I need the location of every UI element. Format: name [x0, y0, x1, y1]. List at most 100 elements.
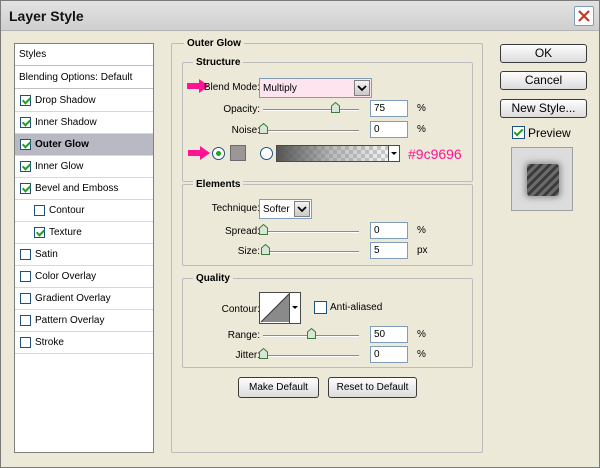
jitter-slider-track[interactable]: [263, 355, 359, 357]
jitter-unit: %: [417, 349, 426, 360]
blending-options-label: Blending Options: Default: [19, 72, 133, 83]
jitter-input[interactable]: 0: [370, 346, 408, 363]
styles-header-label: Styles: [19, 49, 47, 60]
reset-to-default-button[interactable]: Reset to Default: [328, 377, 417, 398]
style-item-label: Color Overlay: [35, 271, 97, 282]
style-item-label: Gradient Overlay: [35, 293, 111, 304]
blend-mode-label: Blend Mode:: [203, 82, 260, 93]
style-item-checkbox[interactable]: [20, 271, 31, 282]
styles-list: Styles Blending Options: Default Drop Sh…: [14, 43, 154, 453]
style-item-gradient-overlay[interactable]: Gradient Overlay: [15, 288, 153, 310]
size-input[interactable]: 5: [370, 242, 408, 259]
chevron-down-icon[interactable]: [388, 145, 400, 162]
style-item-color-overlay[interactable]: Color Overlay: [15, 266, 153, 288]
jitter-slider-thumb[interactable]: [259, 348, 268, 359]
technique-select[interactable]: Softer: [259, 199, 312, 219]
blend-mode-select[interactable]: Multiply: [259, 78, 372, 98]
preview-checkbox[interactable]: [512, 126, 525, 139]
style-item-bevel-and-emboss[interactable]: Bevel and Emboss: [15, 178, 153, 200]
style-item-checkbox[interactable]: [34, 205, 45, 216]
contour-label: Contour:: [221, 304, 260, 315]
style-item-outer-glow[interactable]: Outer Glow: [15, 134, 153, 156]
cancel-button[interactable]: Cancel: [500, 71, 587, 90]
opacity-slider-track[interactable]: [263, 109, 359, 111]
noise-label: Noise:: [231, 125, 260, 136]
anti-aliased-checkbox[interactable]: [314, 301, 327, 314]
pointer-arrow-icon: [188, 146, 210, 160]
range-slider-thumb[interactable]: [307, 328, 316, 339]
noise-input[interactable]: 0: [370, 121, 408, 138]
style-item-checkbox[interactable]: [20, 139, 31, 150]
structure-title: Structure: [193, 57, 244, 68]
style-item-checkbox[interactable]: [34, 227, 45, 238]
preview-swatch: [527, 164, 559, 196]
gradient-radio[interactable]: [260, 147, 273, 160]
spread-slider-track[interactable]: [263, 231, 359, 233]
color-annotation: #9c9696: [408, 146, 462, 162]
make-default-button[interactable]: Make Default: [238, 377, 319, 398]
glow-color-swatch[interactable]: [230, 145, 246, 161]
preview-label: Preview: [528, 126, 571, 140]
noise-slider-track[interactable]: [263, 130, 359, 132]
style-item-checkbox[interactable]: [20, 293, 31, 304]
style-item-pattern-overlay[interactable]: Pattern Overlay: [15, 310, 153, 332]
style-item-satin[interactable]: Satin: [15, 244, 153, 266]
chevron-down-icon[interactable]: [294, 201, 310, 217]
spread-slider-thumb[interactable]: [259, 224, 268, 235]
structure-group: Structure Blend Mode: Multiply Opacity: …: [182, 57, 473, 182]
style-item-checkbox[interactable]: [20, 95, 31, 106]
opacity-label: Opacity:: [223, 104, 260, 115]
style-item-label: Contour: [49, 205, 85, 216]
style-item-checkbox[interactable]: [20, 315, 31, 326]
styles-header[interactable]: Styles: [15, 44, 153, 66]
contour-curve-icon: [260, 293, 290, 323]
layer-style-dialog: Layer Style Styles Blending Options: Def…: [0, 0, 600, 468]
range-unit: %: [417, 329, 426, 340]
range-input[interactable]: 50: [370, 326, 408, 343]
style-item-checkbox[interactable]: [20, 337, 31, 348]
anti-aliased-label: Anti-aliased: [330, 302, 383, 313]
style-item-contour[interactable]: Contour: [15, 200, 153, 222]
size-slider-thumb[interactable]: [260, 244, 270, 255]
style-item-label: Drop Shadow: [35, 95, 96, 106]
size-unit: px: [417, 245, 428, 256]
style-item-label: Pattern Overlay: [35, 315, 105, 326]
size-slider-track[interactable]: [263, 251, 359, 253]
style-item-stroke[interactable]: Stroke: [15, 332, 153, 354]
window-title: Layer Style: [9, 8, 84, 24]
close-button[interactable]: [574, 6, 594, 26]
blending-options-item[interactable]: Blending Options: Default: [15, 67, 153, 89]
style-item-label: Outer Glow: [35, 139, 89, 150]
style-item-texture[interactable]: Texture: [15, 222, 153, 244]
style-item-inner-shadow[interactable]: Inner Shadow: [15, 112, 153, 134]
noise-slider-thumb[interactable]: [259, 123, 268, 134]
spread-label: Spread:: [224, 226, 260, 237]
chevron-down-icon[interactable]: [289, 293, 300, 323]
jitter-label: Jitter:: [235, 350, 260, 361]
gradient-picker[interactable]: [276, 145, 400, 162]
style-item-checkbox[interactable]: [20, 249, 31, 260]
solid-color-radio[interactable]: [212, 147, 225, 160]
technique-value: Softer: [263, 204, 290, 215]
opacity-slider-thumb[interactable]: [331, 102, 340, 113]
style-item-checkbox[interactable]: [20, 117, 31, 128]
technique-label: Technique:: [211, 203, 260, 214]
ok-button[interactable]: OK: [500, 44, 587, 63]
contour-picker[interactable]: [259, 292, 301, 324]
blend-mode-value: Multiply: [263, 83, 297, 94]
style-item-drop-shadow[interactable]: Drop Shadow: [15, 90, 153, 112]
elements-title: Elements: [193, 179, 244, 190]
style-item-checkbox[interactable]: [20, 161, 31, 172]
style-item-checkbox[interactable]: [20, 183, 31, 194]
style-item-inner-glow[interactable]: Inner Glow: [15, 156, 153, 178]
opacity-input[interactable]: 75: [370, 100, 408, 117]
chevron-down-icon[interactable]: [354, 80, 370, 96]
spread-input[interactable]: 0: [370, 222, 408, 239]
new-style-button[interactable]: New Style...: [500, 99, 587, 118]
title-bar[interactable]: Layer Style: [1, 1, 599, 31]
style-item-label: Bevel and Emboss: [35, 183, 119, 194]
outer-glow-group: Outer Glow Structure Blend Mode: Multipl…: [171, 38, 483, 453]
quality-group: Quality Contour: Anti-aliased Range: 50 …: [182, 273, 473, 368]
elements-group: Elements Technique: Softer Spread: 0 % S…: [182, 179, 473, 266]
size-label: Size:: [237, 246, 260, 257]
